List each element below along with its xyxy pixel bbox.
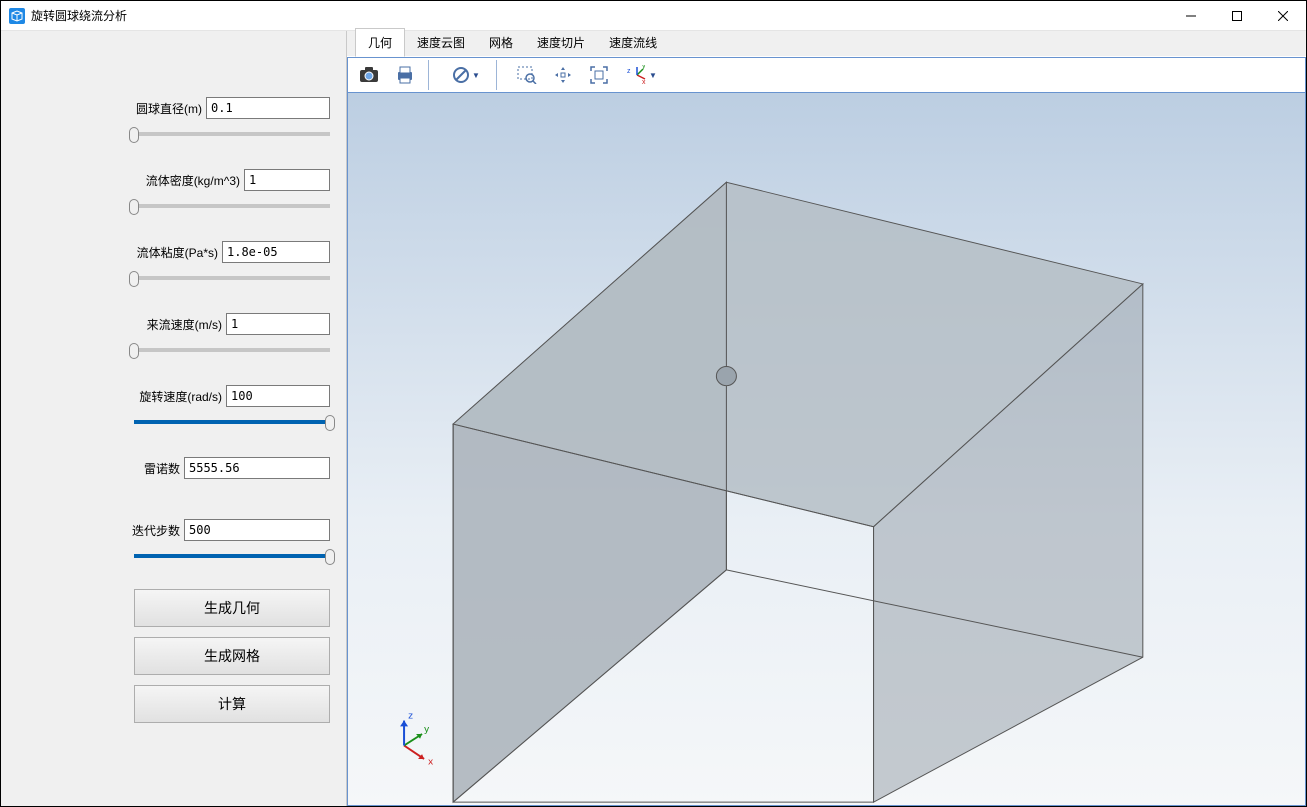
tab[interactable]: 几何 [355,28,405,57]
compute-button[interactable]: 计算 [134,685,330,723]
generate-geometry-button[interactable]: 生成几何 [134,589,330,627]
param-label: 迭代步数 [132,522,180,539]
param-input[interactable] [184,519,330,541]
param-input[interactable] [226,313,330,335]
slider[interactable] [134,204,330,208]
param-label: 流体密度(kg/m^3) [146,172,240,189]
titlebar: 旋转圆球绕流分析 [1,1,1306,31]
param-label: 雷诺数 [144,460,180,477]
param-input[interactable] [226,385,330,407]
toolbar: ▼zyx▼ [347,57,1306,93]
tab[interactable]: 网格 [477,29,525,56]
toolbar-separator [496,60,504,90]
tabs: 几何速度云图网格速度切片速度流线 [347,31,1306,57]
app-icon [9,8,25,24]
app-window: 旋转圆球绕流分析 圆球直径(m) 流体密度(kg/m^3) 流体粘度(Pa*s) 来流… [0,0,1307,807]
slider[interactable] [134,348,330,352]
maximize-button[interactable] [1214,1,1260,31]
pan-icon[interactable] [546,60,580,90]
tab[interactable]: 速度流线 [597,29,669,56]
axes-xyz-icon[interactable]: zyx▼ [618,60,666,90]
axis-y-label: y [424,724,429,735]
svg-text:z: z [627,68,631,75]
close-button[interactable] [1260,1,1306,31]
slider[interactable] [134,276,330,280]
param-input[interactable] [222,241,330,263]
param-input[interactable] [184,457,330,479]
param-label: 旋转速度(rad/s) [139,388,222,405]
param-input[interactable] [206,97,330,119]
tab[interactable]: 速度云图 [405,29,477,56]
minimize-button[interactable] [1168,1,1214,31]
viewport-3d[interactable]: x y z [347,93,1306,806]
tab[interactable]: 速度切片 [525,29,597,56]
axis-x-label: x [428,757,433,768]
window-title: 旋转圆球绕流分析 [31,7,127,24]
param-label: 来流速度(m/s) [147,316,222,333]
zoom-rect-icon[interactable] [510,60,544,90]
camera-icon[interactable] [352,60,386,90]
param-input[interactable] [244,169,330,191]
param-label: 流体粘度(Pa*s) [137,244,218,261]
toolbar-separator [428,60,436,90]
axis-z-label: z [408,711,413,722]
svg-text:y: y [642,65,646,70]
param-label: 圆球直径(m) [136,100,202,117]
slider[interactable] [134,420,330,424]
generate-mesh-button[interactable]: 生成网格 [134,637,330,675]
zoom-fit-icon[interactable] [582,60,616,90]
svg-text:x: x [642,79,646,85]
sidebar: 圆球直径(m) 流体密度(kg/m^3) 流体粘度(Pa*s) 来流速度(m/s) 旋转… [1,31,347,806]
slider[interactable] [134,132,330,136]
slider[interactable] [134,554,330,558]
content-area: 几何速度云图网格速度切片速度流线 ▼zyx▼ [347,31,1306,806]
no-symbol-icon[interactable]: ▼ [442,60,490,90]
print-icon[interactable] [388,60,422,90]
